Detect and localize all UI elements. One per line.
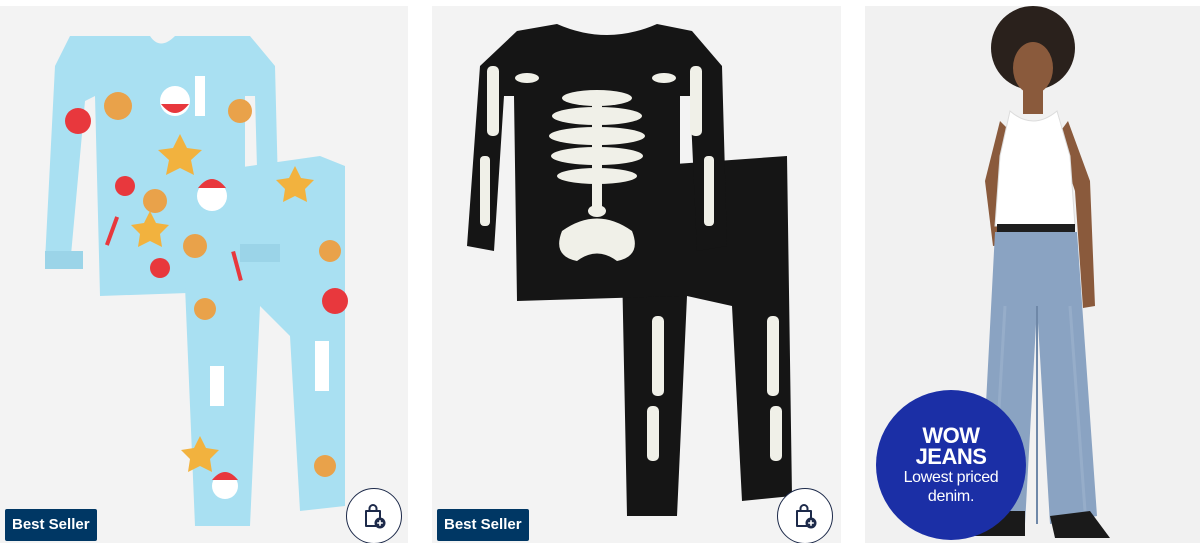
product-card-wide-leg-jeans[interactable]: WOW JEANS Lowest priced denim. (865, 6, 1200, 543)
promo-subtext-line2: denim. (927, 488, 975, 505)
promo-headline-line2: JEANS (915, 444, 987, 469)
shopping-bag-plus-icon (796, 504, 817, 529)
product-card-holiday-pajamas[interactable]: Best Seller (0, 6, 408, 543)
product-image[interactable] (432, 6, 841, 543)
product-image[interactable] (0, 6, 408, 543)
shopping-bag-plus-icon (365, 504, 386, 529)
promo-subtext-line1: Lowest priced (903, 469, 999, 486)
best-seller-badge: Best Seller (5, 509, 97, 541)
best-seller-badge: Best Seller (437, 509, 529, 541)
product-card-skeleton-pajamas[interactable]: Best Seller (432, 6, 841, 543)
promo-headline-line1: WOW (922, 423, 980, 448)
product-grid: Best Seller Best Seller WOW JEANS Lowest… (0, 0, 1200, 543)
quick-add-button[interactable] (777, 488, 833, 543)
quick-add-button[interactable] (346, 488, 402, 543)
wow-jeans-promo-seal: WOW JEANS Lowest priced denim. (876, 390, 1026, 540)
